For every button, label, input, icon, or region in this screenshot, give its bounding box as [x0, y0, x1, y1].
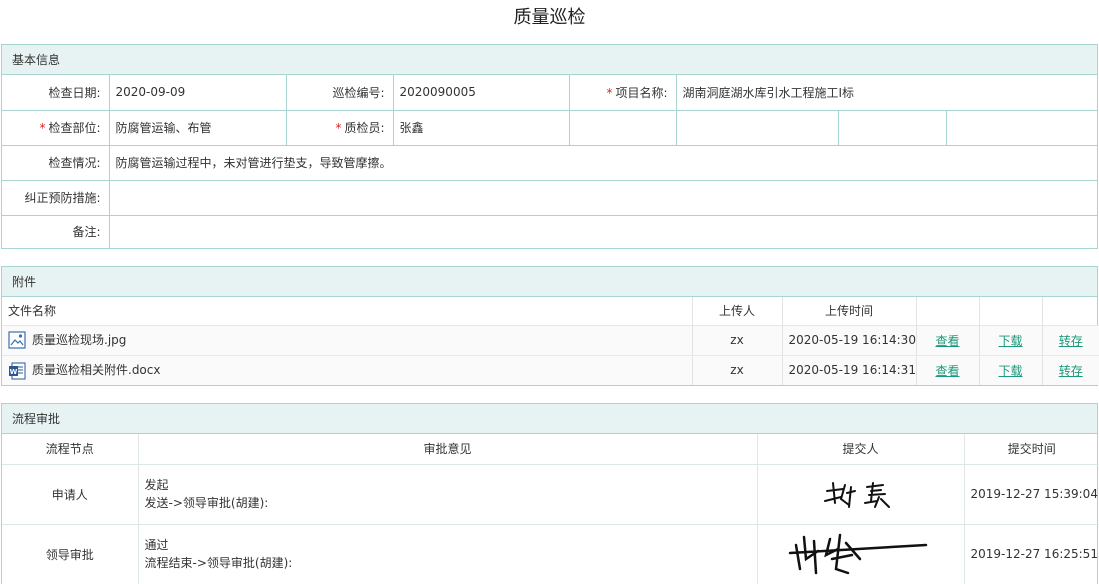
col-submit-time: 提交时间	[963, 434, 1099, 465]
project-label: * 项目名称:	[568, 75, 677, 111]
col-submitter: 提交人	[756, 434, 965, 465]
attachments-table: 文件名称 上传人 上传时间 质量巡检现场.jpg zx 2020-05-19 1…	[2, 297, 1099, 385]
uploader-cell: zx	[692, 324, 783, 355]
uploader-cell: zx	[692, 354, 783, 385]
submit-time-cell: 2019-12-27 16:25:51	[963, 523, 1099, 584]
svg-text:W: W	[10, 368, 18, 376]
basic-info-table: 检查日期: 2020-09-09 巡检编号: 2020090005 * 项目名称:…	[2, 75, 1099, 248]
file-name: 质量巡检现场.jpg	[32, 332, 127, 347]
node-cell: 领导审批	[2, 523, 139, 584]
opinion-line: 发起	[144, 478, 169, 492]
opinion-line: 通过	[144, 538, 169, 553]
col-uploader: 上传人	[692, 297, 783, 325]
required-mark: *	[606, 85, 613, 100]
image-file-icon	[8, 331, 26, 349]
col-node: 流程节点	[2, 434, 139, 465]
download-link[interactable]: 下载	[998, 364, 1022, 378]
node-cell: 申请人	[2, 463, 139, 525]
basic-info-header: 基本信息	[2, 44, 1097, 75]
measure-label: 纠正预防措施:	[2, 179, 110, 216]
situation-value: 防腐管运输过程中，未对管进行垫支，导致管摩擦。	[108, 144, 1099, 181]
opinion-line: 发送->领导审批(胡建):	[144, 496, 269, 510]
patrol-no-value: 2020090005	[392, 75, 570, 111]
signature-image	[788, 534, 927, 575]
part-label: * 检查部位:	[2, 109, 110, 146]
view-link-cell: 查看	[916, 324, 980, 355]
table-row: 领导审批 通过 流程结束->领导审批(胡建): 2019-12-27 16:25…	[2, 523, 1099, 584]
remark-value	[108, 214, 1099, 248]
submitter-cell	[756, 463, 965, 525]
flow-table: 流程节点 审批意见 提交人 提交时间 申请人 发起 发送->领导审批(胡建): …	[2, 434, 1099, 584]
inspector-label: * 质检员:	[285, 109, 394, 146]
project-value: 湖南洞庭湖水库引水工程施工I标	[675, 75, 1099, 111]
empty-cell	[945, 109, 1099, 146]
file-name: 质量巡检相关附件.docx	[32, 363, 161, 377]
inspector-value: 张鑫	[392, 109, 570, 146]
page-title: 质量巡检	[513, 7, 586, 28]
submit-time-cell: 2019-12-27 15:39:04	[963, 463, 1099, 525]
check-date-value: 2020-09-09	[108, 75, 287, 111]
download-link[interactable]: 下载	[998, 334, 1022, 348]
empty-cell	[837, 109, 947, 146]
transfer-link-cell: 转存	[1042, 354, 1099, 385]
table-row: 申请人 发起 发送->领导审批(胡建): 2019-12-27 15:39:04	[2, 463, 1099, 525]
situation-label: 检查情况:	[2, 144, 110, 181]
view-link[interactable]: 查看	[935, 334, 959, 348]
submitter-cell	[756, 523, 965, 584]
col-empty	[979, 297, 1043, 325]
view-link-cell: 查看	[916, 354, 980, 385]
transfer-link[interactable]: 转存	[1059, 364, 1083, 378]
part-value: 防腐管运输、布管	[108, 109, 287, 146]
col-opinion: 审批意见	[137, 434, 758, 465]
empty-cell	[568, 109, 677, 146]
view-link[interactable]: 查看	[935, 364, 959, 378]
patrol-no-label: 巡检编号:	[285, 75, 394, 111]
transfer-link[interactable]: 转存	[1059, 334, 1083, 348]
upload-time-cell: 2020-05-19 16:14:31	[782, 354, 917, 385]
signature-image	[823, 482, 890, 508]
measure-value	[108, 179, 1099, 216]
opinion-cell: 发起 发送->领导审批(胡建):	[137, 463, 758, 525]
file-name-cell: W 质量巡检相关附件.docx	[2, 354, 693, 385]
table-row: 质量巡检现场.jpg zx 2020-05-19 16:14:30 查看 下载 …	[2, 324, 1099, 355]
basic-info-section: 基本信息 检查日期: 2020-09-09 巡检编号: 2020090005 *…	[1, 44, 1099, 249]
upload-time-cell: 2020-05-19 16:14:30	[782, 324, 917, 355]
transfer-link-cell: 转存	[1042, 324, 1099, 355]
word-file-icon: W	[9, 362, 26, 379]
table-row: W 质量巡检相关附件.docx zx 2020-05-19 16:14:31 查…	[2, 354, 1099, 385]
attachments-section: 附件 文件名称 上传人 上传时间 质量巡检现场.jpg zx 2020-05-1…	[1, 266, 1099, 386]
file-name-cell: 质量巡检现场.jpg	[2, 324, 693, 355]
remark-label: 备注:	[2, 214, 110, 248]
opinion-line: 流程结束->领导审批(胡建):	[144, 556, 293, 571]
download-link-cell: 下载	[979, 354, 1043, 385]
attachments-header: 附件	[2, 266, 1097, 297]
opinion-cell: 通过 流程结束->领导审批(胡建):	[137, 523, 758, 584]
col-upload-time: 上传时间	[782, 297, 917, 325]
flow-header: 流程审批	[2, 403, 1097, 434]
required-mark: *	[335, 121, 342, 135]
download-link-cell: 下载	[979, 324, 1043, 355]
col-file-name: 文件名称	[2, 297, 693, 325]
required-mark: *	[39, 121, 46, 135]
col-empty	[1042, 297, 1099, 325]
check-date-label: 检查日期:	[2, 75, 110, 111]
flow-section: 流程审批 流程节点 审批意见 提交人 提交时间 申请人 发起 发送->领导审批(…	[1, 403, 1099, 584]
empty-cell	[675, 109, 839, 146]
col-empty	[916, 297, 980, 325]
